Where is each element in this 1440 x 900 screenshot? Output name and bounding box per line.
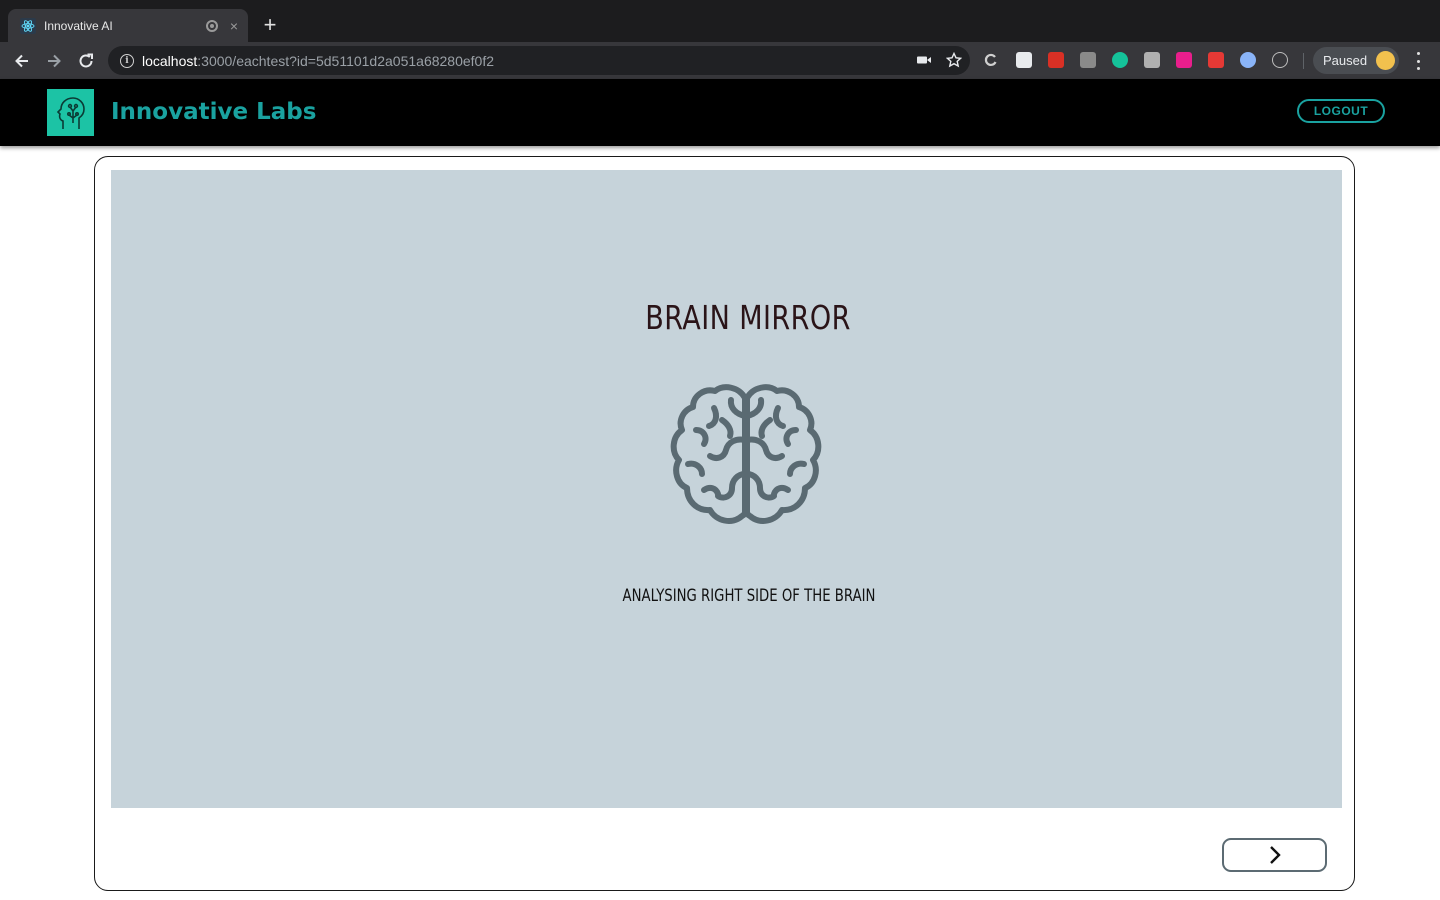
close-tab-icon[interactable]: × — [230, 19, 238, 33]
bookmark-star-icon[interactable] — [945, 51, 963, 73]
test-stage: BRAIN MIRROR ANALYSING RIGHT SIDE OF THE… — [111, 170, 1342, 808]
extension-blue-icon[interactable] — [1240, 52, 1256, 68]
grammarly-icon[interactable] — [1112, 52, 1128, 68]
back-icon[interactable] — [11, 50, 33, 72]
test-card: BRAIN MIRROR ANALYSING RIGHT SIDE OF THE… — [94, 156, 1355, 891]
browser-tab-strip: Innovative AI × + — [0, 0, 1440, 42]
extension-chart-icon[interactable] — [1048, 52, 1064, 68]
extension-es-icon[interactable] — [1080, 52, 1096, 68]
test-caption: ANALYSING RIGHT SIDE OF THE BRAIN — [622, 586, 876, 606]
extension-clock-icon[interactable] — [1272, 52, 1288, 68]
app-header: Innovative Labs LOGOUT — [0, 79, 1440, 146]
new-tab-button[interactable]: + — [258, 14, 282, 38]
logout-button[interactable]: LOGOUT — [1297, 99, 1385, 123]
profile-button[interactable]: Paused — [1313, 47, 1399, 74]
profile-avatar — [1376, 51, 1395, 70]
recording-icon — [205, 19, 218, 32]
site-info-icon[interactable]: i — [120, 53, 134, 68]
brand-name[interactable]: Innovative Labs — [111, 99, 316, 125]
extension-sync-icon[interactable] — [983, 52, 999, 68]
url-path: :3000/eachtest?id=5d51101d2a051a68280ef0… — [197, 52, 495, 69]
browser-toolbar: i localhost:3000/eachtest?id=5d51101d2a0… — [0, 42, 1440, 79]
profile-label: Paused — [1323, 53, 1368, 68]
brain-icon — [666, 378, 826, 534]
browser-menu-icon[interactable] — [1412, 52, 1424, 70]
react-favicon-icon — [20, 17, 36, 34]
extension-1b-icon[interactable] — [1016, 52, 1032, 68]
extension-w-icon[interactable] — [1176, 52, 1192, 68]
reload-icon[interactable] — [75, 50, 97, 72]
extension-lock-icon[interactable] — [1144, 52, 1160, 68]
forward-icon[interactable] — [43, 50, 65, 72]
extension-robot-icon[interactable] — [1208, 52, 1224, 68]
chevron-right-icon — [1269, 846, 1281, 864]
test-title: BRAIN MIRROR — [645, 298, 851, 337]
camera-icon[interactable] — [916, 52, 932, 73]
brain-head-logo-icon — [47, 89, 94, 136]
url-host: localhost — [142, 52, 198, 69]
address-bar[interactable]: i localhost:3000/eachtest?id=5d51101d2a0… — [108, 46, 970, 75]
next-button[interactable] — [1222, 838, 1327, 872]
toolbar-separator — [1303, 53, 1304, 69]
tab-title: Innovative AI — [44, 18, 113, 33]
browser-tab[interactable]: Innovative AI × — [8, 9, 248, 42]
